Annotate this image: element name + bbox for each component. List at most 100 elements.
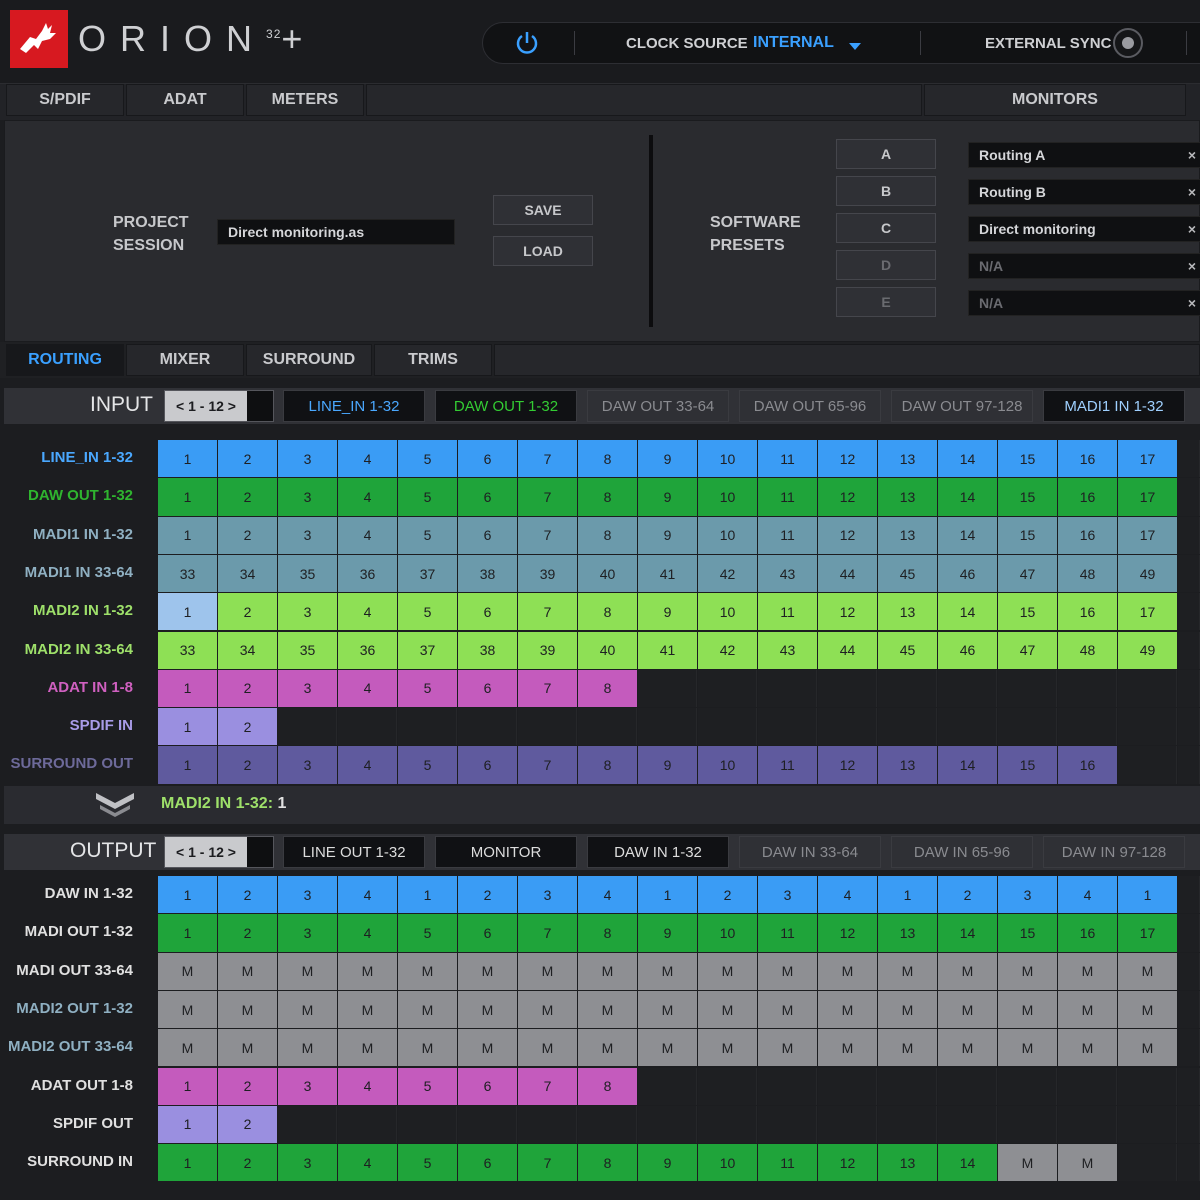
- output-route-cell[interactable]: M: [698, 952, 757, 990]
- input-route-cell[interactable]: 9: [638, 440, 697, 478]
- output-route-cell[interactable]: 2: [218, 1105, 277, 1144]
- output-route-cell[interactable]: M: [938, 952, 997, 990]
- input-route-cell[interactable]: 8: [578, 746, 637, 784]
- input-route-cell[interactable]: 1: [158, 669, 217, 708]
- input-route-cell[interactable]: 15: [998, 746, 1057, 784]
- input-route-cell[interactable]: 47: [998, 554, 1057, 593]
- output-route-cell[interactable]: 2: [218, 1144, 277, 1182]
- output-route-cell[interactable]: 1: [158, 1067, 217, 1105]
- output-route-cell[interactable]: M: [458, 990, 517, 1029]
- input-route-cell[interactable]: 8: [578, 669, 637, 708]
- output-empty-cell[interactable]: [278, 1105, 337, 1144]
- input-route-cell[interactable]: 3: [278, 746, 337, 784]
- output-route-cell[interactable]: 8: [578, 914, 637, 952]
- output-route-cell[interactable]: M: [818, 1029, 877, 1067]
- output-route-cell[interactable]: M: [338, 990, 397, 1029]
- output-route-cell[interactable]: 8: [578, 1067, 637, 1105]
- output-route-cell[interactable]: M: [1118, 990, 1177, 1029]
- output-empty-cell[interactable]: [998, 1105, 1057, 1144]
- input-route-cell[interactable]: 2: [218, 516, 277, 554]
- input-route-cell[interactable]: 9: [638, 516, 697, 554]
- input-route-cell[interactable]: 8: [578, 516, 637, 554]
- input-route-cell[interactable]: 5: [398, 669, 457, 708]
- input-route-cell[interactable]: 6: [458, 440, 517, 478]
- tab-trims[interactable]: TRIMS: [374, 344, 492, 376]
- output-route-cell[interactable]: 2: [218, 876, 277, 914]
- input-route-cell[interactable]: 7: [518, 746, 577, 784]
- input-route-cell[interactable]: 42: [698, 631, 757, 669]
- input-route-cell[interactable]: 1: [158, 478, 217, 516]
- output-empty-cell[interactable]: [338, 1105, 397, 1144]
- close-icon[interactable]: ×: [1188, 184, 1196, 200]
- input-route-cell[interactable]: 17: [1118, 593, 1177, 631]
- output-route-cell[interactable]: M: [278, 952, 337, 990]
- input-route-cell[interactable]: 45: [878, 631, 937, 669]
- input-route-cell[interactable]: 7: [518, 516, 577, 554]
- input-empty-cell[interactable]: [638, 669, 697, 708]
- output-route-cell[interactable]: 14: [938, 1144, 997, 1182]
- input-route-cell[interactable]: 8: [578, 478, 637, 516]
- output-empty-cell[interactable]: [818, 1105, 877, 1144]
- input-route-cell[interactable]: 3: [278, 478, 337, 516]
- input-route-cell[interactable]: 38: [458, 631, 517, 669]
- output-route-cell[interactable]: M: [758, 990, 817, 1029]
- output-route-cell[interactable]: 1: [1118, 876, 1177, 914]
- output-route-cell[interactable]: 12: [818, 914, 877, 952]
- preset-slot-d-button[interactable]: D: [836, 250, 936, 280]
- input-route-cell[interactable]: 4: [338, 516, 397, 554]
- output-route-cell[interactable]: 5: [398, 1144, 457, 1182]
- close-icon[interactable]: ×: [1188, 258, 1196, 274]
- output-route-cell[interactable]: 7: [518, 1067, 577, 1105]
- input-route-cell[interactable]: 44: [818, 554, 877, 593]
- output-empty-cell[interactable]: [1058, 1067, 1117, 1105]
- input-route-cell[interactable]: 12: [818, 478, 877, 516]
- output-route-cell[interactable]: 13: [878, 1144, 937, 1182]
- output-route-cell[interactable]: 7: [518, 914, 577, 952]
- preset-slot-a-button[interactable]: A: [836, 139, 936, 169]
- input-pager[interactable]: < 1 - 12 >: [164, 390, 274, 422]
- input-route-cell[interactable]: 17: [1118, 440, 1177, 478]
- output-route-cell[interactable]: M: [1058, 1144, 1117, 1182]
- output-route-cell[interactable]: M: [818, 952, 877, 990]
- output-route-cell[interactable]: 9: [638, 1144, 697, 1182]
- output-route-cell[interactable]: M: [1058, 1029, 1117, 1067]
- input-route-cell[interactable]: 4: [338, 478, 397, 516]
- input-route-cell[interactable]: 15: [998, 516, 1057, 554]
- output-route-cell[interactable]: M: [698, 990, 757, 1029]
- input-route-cell[interactable]: 6: [458, 746, 517, 784]
- external-sync-indicator-icon[interactable]: [1113, 28, 1143, 58]
- output-empty-cell[interactable]: [1118, 1105, 1177, 1144]
- input-route-cell[interactable]: 3: [278, 516, 337, 554]
- input-route-cell[interactable]: 9: [638, 593, 697, 631]
- output-empty-cell[interactable]: [698, 1067, 757, 1105]
- output-route-cell[interactable]: 16: [1058, 914, 1117, 952]
- output-empty-cell[interactable]: [1118, 1144, 1177, 1182]
- output-route-cell[interactable]: M: [758, 952, 817, 990]
- output-route-cell[interactable]: 3: [278, 876, 337, 914]
- output-route-cell[interactable]: 2: [458, 876, 517, 914]
- input-empty-cell[interactable]: [1178, 440, 1200, 478]
- input-route-cell[interactable]: 9: [638, 746, 697, 784]
- load-button[interactable]: LOAD: [493, 236, 593, 266]
- output-empty-cell[interactable]: [878, 1067, 937, 1105]
- input-route-cell[interactable]: 5: [398, 593, 457, 631]
- input-empty-cell[interactable]: [938, 708, 997, 746]
- input-empty-cell[interactable]: [1118, 746, 1177, 784]
- input-route-cell[interactable]: 12: [818, 593, 877, 631]
- output-route-cell[interactable]: 1: [158, 876, 217, 914]
- output-route-cell[interactable]: 4: [1058, 876, 1117, 914]
- output-empty-cell[interactable]: [638, 1067, 697, 1105]
- preset-name-field-e[interactable]: N/A ×: [968, 290, 1200, 316]
- output-route-cell[interactable]: 3: [278, 1067, 337, 1105]
- input-route-cell[interactable]: 15: [998, 440, 1057, 478]
- output-filter-chip[interactable]: MONITOR: [435, 836, 577, 868]
- input-route-cell[interactable]: 8: [578, 593, 637, 631]
- chevron-down-icon[interactable]: [849, 38, 861, 56]
- tab-spdif[interactable]: S/PDIF: [6, 84, 124, 116]
- output-route-cell[interactable]: M: [698, 1029, 757, 1067]
- output-empty-cell[interactable]: [1058, 1105, 1117, 1144]
- input-empty-cell[interactable]: [1118, 708, 1177, 746]
- output-route-cell[interactable]: 4: [338, 1144, 397, 1182]
- output-empty-cell[interactable]: [998, 1067, 1057, 1105]
- input-route-cell[interactable]: 36: [338, 554, 397, 593]
